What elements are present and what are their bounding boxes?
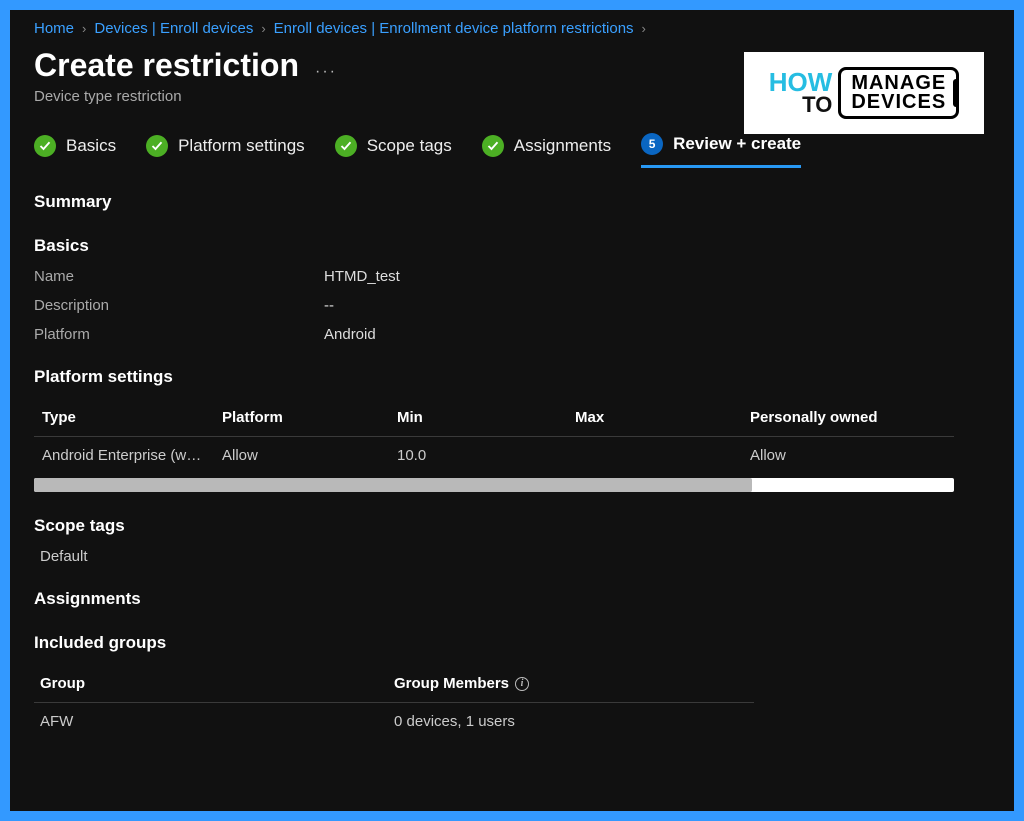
assignments-heading: Assignments [34, 589, 990, 609]
more-actions-button[interactable]: ··· [315, 63, 337, 81]
value-description: -- [324, 297, 990, 314]
check-icon [34, 135, 56, 157]
col-min: Min [397, 409, 575, 426]
col-platform: Platform [222, 409, 397, 426]
tab-scope-tags[interactable]: Scope tags [335, 135, 452, 167]
check-icon [146, 135, 168, 157]
app-shell: Home › Devices | Enroll devices › Enroll… [10, 10, 1014, 811]
cell-platform: Allow [222, 447, 397, 464]
logo-device-frame: MANAGE DEVICES [838, 67, 959, 119]
value-name: HTMD_test [324, 268, 990, 285]
breadcrumb-enrollment-restrictions[interactable]: Enroll devices | Enrollment device platf… [274, 20, 634, 37]
chevron-right-icon: › [82, 21, 86, 36]
breadcrumb: Home › Devices | Enroll devices › Enroll… [34, 20, 990, 37]
page-title: Create restriction [34, 47, 299, 84]
col-max: Max [575, 409, 750, 426]
table-row: AFW 0 devices, 1 users [34, 703, 754, 740]
tab-platform-settings[interactable]: Platform settings [146, 135, 305, 167]
tab-label: Assignments [514, 136, 611, 156]
table-row: Android Enterprise (w… Allow 10.0 Allow [34, 437, 954, 474]
col-type: Type [42, 409, 222, 426]
basics-list: Name HTMD_test Description -- Platform A… [34, 268, 990, 343]
check-icon [482, 135, 504, 157]
horizontal-scrollbar[interactable] [34, 478, 954, 492]
tab-label: Review + create [673, 134, 801, 154]
included-groups-table: Group Group Members i AFW 0 devices, 1 u… [34, 665, 754, 740]
tab-review-create[interactable]: 5 Review + create [641, 133, 801, 168]
col-personally-owned: Personally owned [750, 409, 930, 426]
tab-label: Platform settings [178, 136, 305, 156]
included-groups-heading: Included groups [34, 633, 990, 653]
scrollbar-thumb[interactable] [34, 478, 752, 492]
platform-settings-table: Type Platform Min Max Personally owned A… [34, 399, 954, 492]
tab-basics[interactable]: Basics [34, 135, 116, 167]
brand-logo: HOW TO MANAGE DEVICES [744, 52, 984, 134]
label-platform: Platform [34, 326, 324, 343]
col-group: Group [40, 675, 394, 692]
platform-settings-heading: Platform settings [34, 367, 990, 387]
cell-type: Android Enterprise (w… [42, 447, 222, 464]
cell-max [575, 447, 750, 464]
scope-tag-value: Default [40, 548, 990, 565]
cell-group-members: 0 devices, 1 users [394, 713, 748, 730]
label-description: Description [34, 297, 324, 314]
summary-heading: Summary [34, 192, 990, 212]
check-icon [335, 135, 357, 157]
chevron-right-icon: › [261, 21, 265, 36]
scope-tags-heading: Scope tags [34, 516, 990, 536]
col-group-members: Group Members i [394, 675, 748, 692]
breadcrumb-devices[interactable]: Devices | Enroll devices [94, 20, 253, 37]
logo-text-devices: DEVICES [851, 93, 946, 112]
wizard-tabs: Basics Platform settings Scope tags Assi… [34, 133, 990, 168]
tab-assignments[interactable]: Assignments [482, 135, 611, 167]
label-name: Name [34, 268, 324, 285]
tab-label: Scope tags [367, 136, 452, 156]
cell-min: 10.0 [397, 447, 575, 464]
info-icon[interactable]: i [515, 677, 529, 691]
value-platform: Android [324, 326, 990, 343]
col-group-members-label: Group Members [394, 675, 509, 692]
basics-heading: Basics [34, 236, 990, 256]
cell-group: AFW [40, 713, 394, 730]
cell-personally-owned: Allow [750, 447, 930, 464]
table-header-row: Type Platform Min Max Personally owned [34, 399, 954, 437]
tab-label: Basics [66, 136, 116, 156]
breadcrumb-home[interactable]: Home [34, 20, 74, 37]
step-number-badge: 5 [641, 133, 663, 155]
logo-text-to: TO [802, 95, 832, 115]
table-header-row: Group Group Members i [34, 665, 754, 703]
chevron-right-icon: › [642, 21, 646, 36]
